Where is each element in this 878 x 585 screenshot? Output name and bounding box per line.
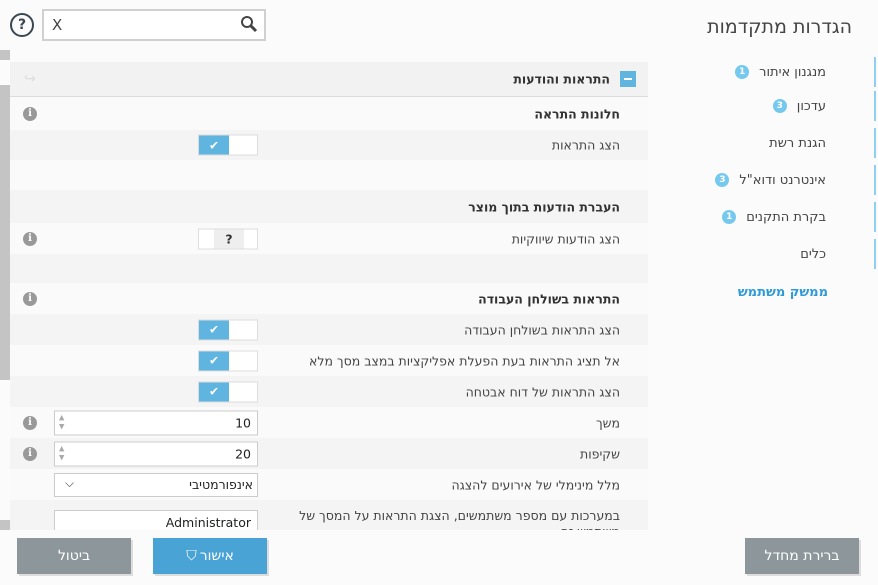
select-value: אינפורמטיבי — [189, 476, 253, 492]
verbosity-select[interactable]: אינפורמטיבי ⌵ — [54, 472, 258, 497]
fullscreen-toggle[interactable]: ✔ — [198, 350, 258, 371]
scroll-up-indicator — [0, 50, 10, 60]
sidebar-item-detection-engine[interactable]: מנגנון איתור 1 — [646, 57, 876, 87]
search-icon[interactable] — [240, 15, 258, 33]
page-title: הגדרות מתקדמות — [707, 16, 852, 38]
show-alerts-toggle[interactable]: ✔ — [198, 134, 258, 156]
setting-label: אל תציג התראות בעת הפעלת אפליקציות במצב … — [308, 353, 620, 368]
setting-label: במערכות עם מספר משתמשים, הצגת התראות על … — [299, 508, 620, 530]
input-value: Administrator — [165, 515, 251, 530]
cancel-button[interactable]: ביטול — [17, 538, 131, 574]
opacity-stepper[interactable]: ▲ ▼ 20 — [54, 441, 258, 466]
help-icon[interactable]: ? — [10, 13, 34, 37]
collapse-icon[interactable] — [620, 71, 636, 87]
spacer-row — [10, 160, 648, 190]
sidebar-item-label: כלים — [800, 246, 826, 262]
sidebar-item-web-email[interactable]: אינטרנט ודוא"ל 3 — [646, 165, 876, 195]
setting-fullscreen: אל תציג התראות בעת הפעלת אפליקציות במצב … — [10, 345, 648, 376]
sidebar-item-label: בקרת התקנים — [746, 209, 826, 225]
group-title: חלונות התראה — [534, 106, 620, 121]
sidebar-item-label: עדכון — [796, 98, 826, 114]
setting-show-alerts: הצג התראות ✔ — [10, 130, 648, 160]
default-button[interactable]: ברירת מחדל — [745, 538, 859, 574]
info-icon[interactable]: i — [23, 415, 37, 430]
duration-stepper[interactable]: ▲ ▼ 10 — [54, 410, 258, 435]
setting-label: הצג הודעות שיווקיות — [511, 231, 620, 246]
stepper-arrows-icon[interactable]: ▲ ▼ — [59, 413, 64, 431]
sidebar-item-update[interactable]: עדכון 3 — [646, 91, 876, 121]
shield-icon: ⛉ — [186, 548, 197, 564]
marketing-toggle[interactable]: ? — [198, 228, 258, 249]
group-title: העברת הודעות בתוך מוצר — [468, 199, 620, 214]
setting-duration: משך i ▲ ▼ 10 — [10, 407, 648, 438]
indeterminate-state: ? — [214, 229, 244, 248]
stepper-value: 10 — [235, 415, 251, 430]
group-title: התראות בשולחן העבודה — [478, 291, 620, 306]
revert-icon[interactable]: ↪ — [24, 71, 36, 87]
count-badge: 3 — [715, 173, 730, 187]
setting-marketing: הצג הודעות שיווקיות i ? — [10, 223, 648, 254]
info-icon[interactable]: i — [23, 446, 37, 461]
count-badge: 3 — [772, 99, 787, 113]
sidebar-item-label: מנגנון איתור — [759, 64, 826, 80]
setting-label: מלל מינימלי של אירועים להצגה — [451, 477, 620, 492]
ok-label: אישור — [199, 548, 234, 564]
search-input[interactable] — [72, 13, 232, 37]
group-desktop: התראות בשולחן העבודה i — [10, 283, 648, 314]
stepper-arrows-icon[interactable]: ▲ ▼ — [59, 444, 64, 462]
sidebar-item-tools[interactable]: כלים — [646, 239, 876, 269]
clear-search-button[interactable]: X — [52, 16, 62, 34]
setting-label: שקיפות — [580, 446, 620, 461]
desktop-alerts-toggle[interactable]: ✔ — [198, 319, 258, 340]
check-icon: ✔ — [199, 382, 229, 401]
count-badge: 1 — [735, 65, 750, 79]
setting-desktop-show: הצג התראות בשולחן העבודה ✔ — [10, 314, 648, 345]
info-icon[interactable]: i — [23, 106, 37, 121]
sidebar-item-device-control[interactable]: בקרת התקנים 1 — [646, 202, 876, 232]
chevron-down-icon: ⌵ — [65, 475, 75, 490]
info-icon[interactable]: i — [23, 291, 37, 306]
sidebar-item-label: ממשק משתמש — [737, 284, 828, 300]
check-icon: ✔ — [199, 351, 229, 370]
settings-panel: התראות והודעות ↪ חלונות התראה i הצג התרא… — [10, 62, 648, 530]
setting-label: הצג התראות בשולחן העבודה — [464, 322, 620, 337]
group-inproduct: העברת הודעות בתוך מוצר — [10, 190, 648, 223]
stepper-value: 20 — [235, 446, 251, 461]
security-report-toggle[interactable]: ✔ — [198, 381, 258, 402]
info-icon[interactable]: i — [23, 231, 37, 246]
setting-multiuser: במערכות עם מספר משתמשים, הצגת התראות על … — [10, 500, 648, 530]
spacer-row — [10, 254, 648, 283]
group-alert-windows: חלונות התראה i — [10, 97, 648, 130]
sidebar-item-network-protection[interactable]: הגנת רשת — [646, 128, 876, 158]
scrollbar-thumb[interactable] — [0, 85, 10, 380]
check-icon: ✔ — [199, 135, 229, 155]
setting-label: משך — [595, 415, 620, 430]
section-header[interactable]: התראות והודעות ↪ — [10, 62, 648, 97]
sidebar-item-label: אינטרנט ודוא"ל — [739, 172, 826, 188]
scroll-down-indicator — [0, 520, 10, 530]
setting-label: הצג התראות של דוח אבטחה — [465, 384, 620, 399]
setting-label: הצג התראות — [551, 137, 620, 153]
setting-security-report: הצג התראות של דוח אבטחה ✔ — [10, 376, 648, 407]
multiuser-input[interactable]: Administrator — [54, 510, 258, 530]
search-box: X — [42, 9, 266, 41]
count-badge: 1 — [722, 210, 737, 224]
sidebar-item-user-interface[interactable]: ממשק משתמש — [646, 277, 876, 307]
sidebar-item-label: הגנת רשת — [769, 135, 826, 151]
section-title: התראות והודעות — [513, 71, 610, 87]
setting-opacity: שקיפות i ▲ ▼ 20 — [10, 438, 648, 469]
ok-button[interactable]: אישור ⛉ — [153, 538, 267, 574]
setting-verbosity: מלל מינימלי של אירועים להצגה אינפורמטיבי… — [10, 469, 648, 500]
check-icon: ✔ — [199, 320, 229, 339]
